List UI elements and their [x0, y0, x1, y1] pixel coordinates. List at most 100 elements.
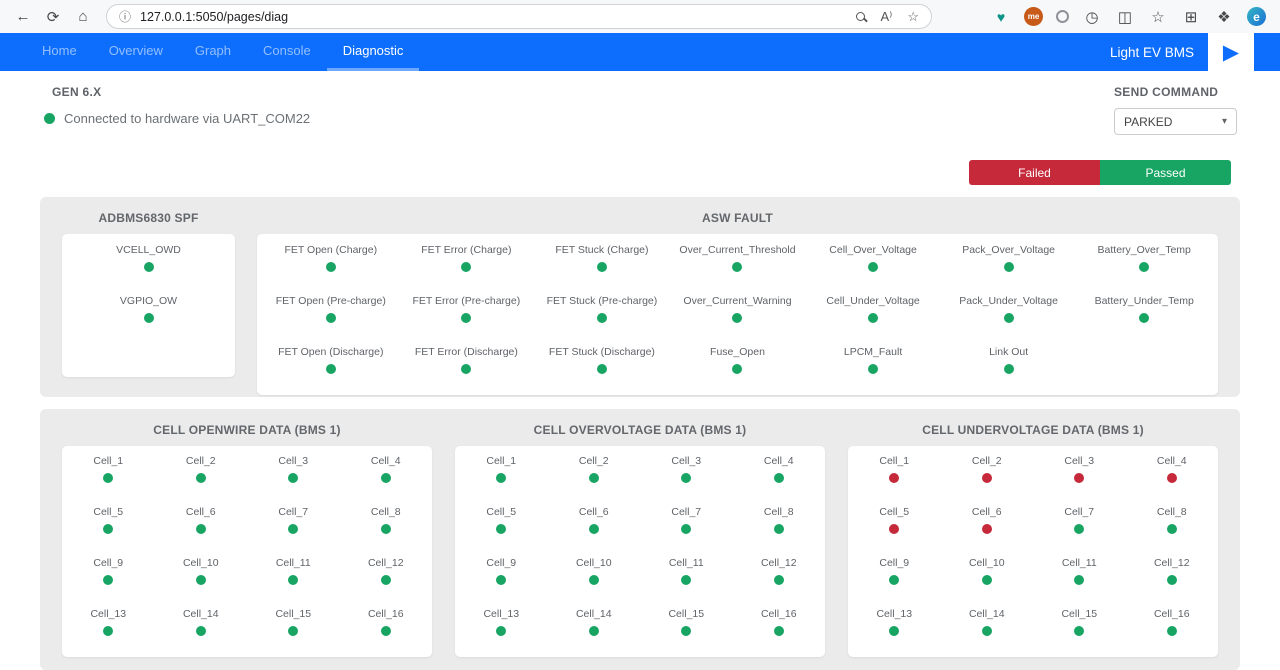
cell-status-item: Cell_14 — [155, 606, 248, 657]
cell-label: Cell_11 — [276, 557, 311, 569]
cell-label: Cell_4 — [1157, 455, 1187, 467]
cell-status-dot — [381, 473, 391, 483]
command-dropdown[interactable]: PARKED ▾ — [1114, 108, 1237, 135]
status-item: Link Out — [941, 344, 1077, 395]
status-item: VCELL_OWD — [62, 242, 235, 293]
cell-label: Cell_2 — [186, 455, 216, 467]
status-label: Battery_Over_Temp — [1098, 244, 1191, 256]
cell-status-dot — [496, 524, 506, 534]
cell-label: Cell_7 — [278, 506, 308, 518]
status-label: FET Stuck (Discharge) — [549, 346, 655, 358]
cell-status-item: Cell_2 — [941, 453, 1034, 504]
status-item: Pack_Over_Voltage — [941, 242, 1077, 293]
cell-status-item: Cell_12 — [340, 555, 433, 606]
status-item: Fuse_Open — [670, 344, 806, 395]
cell-status-item: Cell_13 — [848, 606, 941, 657]
cell-status-dot — [1167, 626, 1177, 636]
openwire-title: CELL OPENWIRE DATA (BMS 1) — [62, 423, 432, 437]
status-dot — [732, 364, 742, 374]
cell-status-dot — [288, 626, 298, 636]
cell-label: Cell_9 — [879, 557, 909, 569]
hub-icon[interactable]: ❖ — [1214, 4, 1234, 30]
status-item: Over_Current_Threshold — [670, 242, 806, 293]
nav-tab-label: Console — [263, 43, 311, 58]
back-icon[interactable]: ← — [10, 4, 36, 30]
status-label: Link Out — [989, 346, 1028, 358]
favorites-bar-icon[interactable]: ☆ — [1148, 4, 1168, 30]
browser-extensions-area: ♥ me ◷ ◫ ☆ ⊞ ❖ e — [991, 4, 1270, 30]
nav-tab[interactable]: Console — [247, 33, 327, 71]
cell-label: Cell_16 — [761, 608, 797, 620]
status-item: FET Stuck (Discharge) — [534, 344, 670, 395]
cell-label: Cell_9 — [93, 557, 123, 569]
cell-status-item: Cell_15 — [640, 606, 733, 657]
cell-status-dot — [103, 626, 113, 636]
cell-status-dot — [288, 575, 298, 585]
cell-status-item: Cell_1 — [455, 453, 548, 504]
split-screen-icon[interactable]: ◫ — [1115, 4, 1135, 30]
refresh-icon[interactable]: ⟳ — [40, 4, 66, 30]
legend-passed: Passed — [1100, 160, 1231, 185]
status-dot — [1139, 262, 1149, 272]
address-bar[interactable]: ⓘ 127.0.0.1:5050/pages/diag A⁾ ☆ — [106, 4, 932, 29]
nav-tab[interactable]: Home — [26, 33, 93, 71]
asw-title: ASW FAULT — [257, 211, 1218, 225]
read-aloud-icon[interactable]: A⁾ — [880, 9, 892, 25]
profile-me-icon[interactable]: me — [1024, 7, 1043, 26]
cell-status-dot — [496, 626, 506, 636]
home-icon[interactable]: ⌂ — [70, 4, 96, 30]
browser-toolbar: ← ⟳ ⌂ ⓘ 127.0.0.1:5050/pages/diag A⁾ ☆ ♥… — [0, 0, 1280, 33]
command-dropdown-value: PARKED — [1124, 115, 1172, 129]
extension-icon[interactable] — [1056, 10, 1069, 23]
favorite-star-icon[interactable]: ☆ — [907, 9, 919, 25]
cell-label: Cell_15 — [1061, 608, 1097, 620]
url-text[interactable]: 127.0.0.1:5050/pages/diag — [140, 10, 847, 24]
site-info-icon[interactable]: ⓘ — [119, 8, 131, 25]
cell-status-dot — [982, 626, 992, 636]
connection-status: Connected to hardware via UART_COM22 — [44, 111, 310, 126]
nav-tab[interactable]: Graph — [179, 33, 247, 71]
cell-status-dot — [381, 524, 391, 534]
status-item: VGPIO_OW — [62, 293, 235, 344]
cell-status-dot — [589, 575, 599, 585]
cell-status-dot — [196, 473, 206, 483]
cell-status-item: Cell_7 — [640, 504, 733, 555]
cell-status-dot — [889, 575, 899, 585]
cell-status-item: Cell_10 — [155, 555, 248, 606]
status-item: Cell_Over_Voltage — [805, 242, 941, 293]
cell-status-item: Cell_13 — [62, 606, 155, 657]
status-label: FET Error (Discharge) — [415, 346, 518, 358]
cell-status-item: Cell_6 — [941, 504, 1034, 555]
browser-essentials-icon[interactable]: ♥ — [991, 4, 1011, 30]
status-dot — [326, 262, 336, 272]
status-label: FET Stuck (Charge) — [555, 244, 648, 256]
cell-status-item: Cell_15 — [247, 606, 340, 657]
nav-tab[interactable]: Diagnostic — [327, 33, 420, 71]
cell-status-item: Cell_14 — [548, 606, 641, 657]
collections-icon[interactable]: ⊞ — [1181, 4, 1201, 30]
nav-tab[interactable]: Overview — [93, 33, 179, 71]
zoom-icon[interactable] — [856, 12, 865, 21]
cell-status-dot — [982, 575, 992, 585]
cell-label: Cell_14 — [576, 608, 612, 620]
cell-label: Cell_6 — [186, 506, 216, 518]
cell-status-dot — [496, 473, 506, 483]
status-item: FET Error (Pre-charge) — [399, 293, 535, 344]
cell-label: Cell_15 — [668, 608, 704, 620]
cell-status-dot — [1074, 575, 1084, 585]
page-header: GEN 6.X Connected to hardware via UART_C… — [40, 81, 1240, 135]
cell-status-dot — [774, 524, 784, 534]
history-icon[interactable]: ◷ — [1082, 4, 1102, 30]
cell-label: Cell_5 — [486, 506, 516, 518]
cell-label: Cell_7 — [1064, 506, 1094, 518]
status-dot — [1004, 262, 1014, 272]
status-dot — [597, 313, 607, 323]
status-label: Fuse_Open — [710, 346, 765, 358]
cell-status-dot — [196, 575, 206, 585]
overvoltage-section: CELL OVERVOLTAGE DATA (BMS 1) Cell_1 Cel… — [455, 423, 825, 650]
status-label: FET Error (Pre-charge) — [412, 295, 520, 307]
edge-profile-icon[interactable]: e — [1247, 7, 1266, 26]
cell-status-item: Cell_9 — [848, 555, 941, 606]
cell-label: Cell_12 — [761, 557, 797, 569]
app-logo[interactable]: ▶ — [1208, 33, 1254, 71]
